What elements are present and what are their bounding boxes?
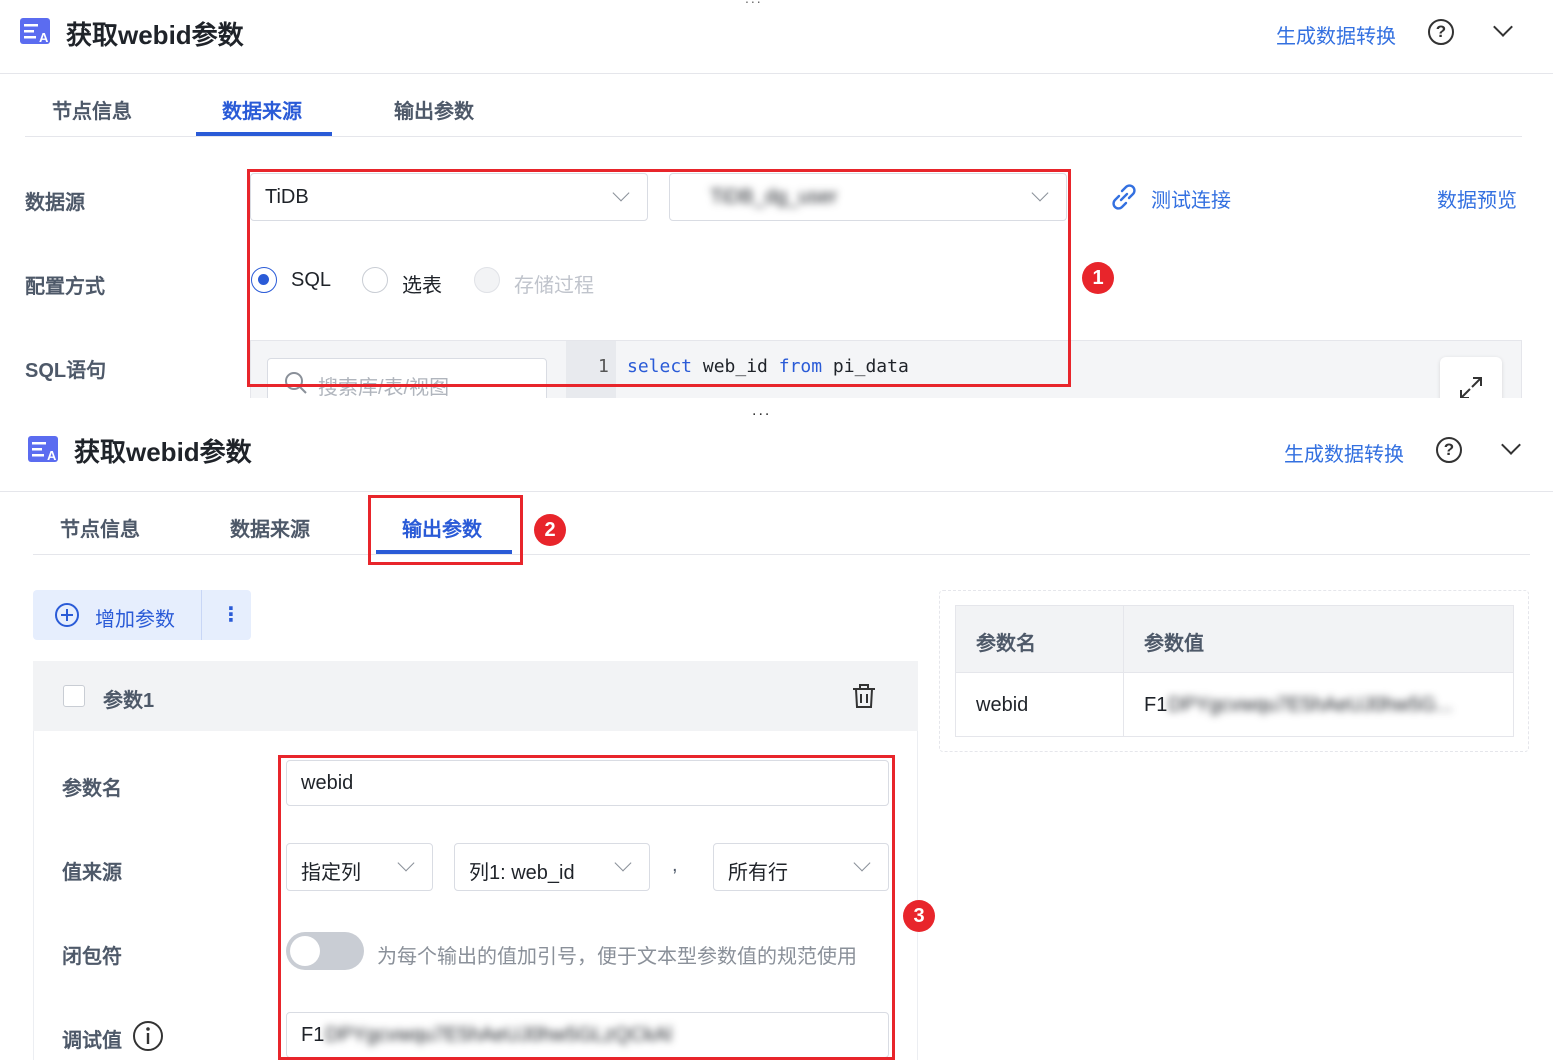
collapse-chevron-icon[interactable] (1501, 435, 1521, 455)
help-icon[interactable]: ? (1436, 437, 1462, 463)
value-source-label: 值来源 (62, 862, 122, 884)
tabs-divider (25, 136, 1522, 137)
generate-transform-link[interactable]: 生成数据转换 (1284, 438, 1404, 467)
annotation-badge-3: 3 (903, 900, 935, 932)
column-header-name: 参数名 (976, 633, 1036, 655)
info-icon[interactable] (132, 1020, 164, 1052)
param-card-header: 参数1 (33, 661, 918, 731)
column-header-value: 参数值 (1144, 633, 1204, 655)
config-mode-label: 配置方式 (25, 276, 105, 298)
tab-node-info[interactable]: 节点信息 (60, 513, 140, 542)
svg-text:A: A (39, 30, 49, 44)
data-preview-link[interactable]: 数据预览 (1437, 184, 1517, 213)
bottom-panel: A 获取webid参数 生成数据转换 ? 节点信息 数据来源 输出参数 2 增加… (0, 418, 1553, 1060)
node-title: 获取webid参数 (66, 20, 244, 50)
more-options-icon[interactable]: ⋮ (221, 602, 241, 627)
node-type-icon: A (20, 18, 50, 44)
annotation-box-3 (278, 755, 895, 1060)
row-param-value-prefix: F1 (1144, 694, 1168, 716)
annotation-badge-1: 1 (1082, 262, 1114, 294)
expand-editor-button[interactable] (1440, 357, 1502, 398)
param-card-title: 参数1 (103, 690, 155, 712)
top-panel: ... A 获取webid参数 生成数据转换 ? 节点信息 数据来源 输出参数 … (0, 0, 1553, 398)
button-divider (201, 590, 202, 640)
param-select-checkbox[interactable] (63, 685, 85, 707)
node-title: 获取webid参数 (74, 437, 252, 467)
svg-text:A: A (47, 448, 57, 462)
help-icon[interactable]: ? (1428, 19, 1454, 45)
column-divider (1123, 606, 1124, 736)
tab-output-params[interactable]: 输出参数 (394, 95, 474, 124)
delete-icon[interactable] (851, 683, 877, 709)
row-divider (956, 672, 1513, 673)
collapse-chevron-icon[interactable] (1493, 17, 1513, 37)
link-icon[interactable] (1110, 183, 1138, 211)
row-param-value-blurred: DPYgcvwqu7E5hAeUJ0hw5G... (1168, 694, 1453, 716)
sql-label: SQL语句 (25, 360, 107, 382)
header-divider (0, 73, 1553, 74)
generate-transform-link[interactable]: 生成数据转换 (1276, 20, 1396, 49)
top-ellipsis: ... (745, 0, 763, 6)
enclose-label: 闭包符 (62, 946, 122, 968)
tab-node-info[interactable]: 节点信息 (52, 95, 132, 124)
preview-table-header-bg (956, 606, 1513, 672)
add-param-label: 增加参数 (95, 609, 175, 631)
debug-value-label: 调试值 (62, 1030, 122, 1052)
node-type-icon: A (28, 436, 58, 462)
annotation-badge-2: 2 (534, 514, 566, 546)
tabs-divider (33, 554, 1530, 555)
expand-icon (1460, 377, 1482, 398)
preview-table: 参数名 参数值 webid F1 DPYgcvwqu7E5hAeUJ0hw5G.… (955, 605, 1514, 737)
datasource-label: 数据源 (25, 192, 85, 214)
param-name-label: 参数名 (62, 778, 122, 800)
annotation-box-1 (247, 169, 1071, 387)
test-connection-link[interactable]: 测试连接 (1151, 184, 1231, 213)
header-divider (0, 491, 1553, 492)
tab-data-source[interactable]: 数据来源 (222, 95, 302, 124)
plus-circle-icon (55, 603, 79, 627)
row-param-name: webid (976, 694, 1029, 716)
add-param-button[interactable]: 增加参数 ⋮ (33, 590, 251, 640)
tab-data-source[interactable]: 数据来源 (230, 513, 310, 542)
annotation-box-2 (368, 495, 523, 565)
